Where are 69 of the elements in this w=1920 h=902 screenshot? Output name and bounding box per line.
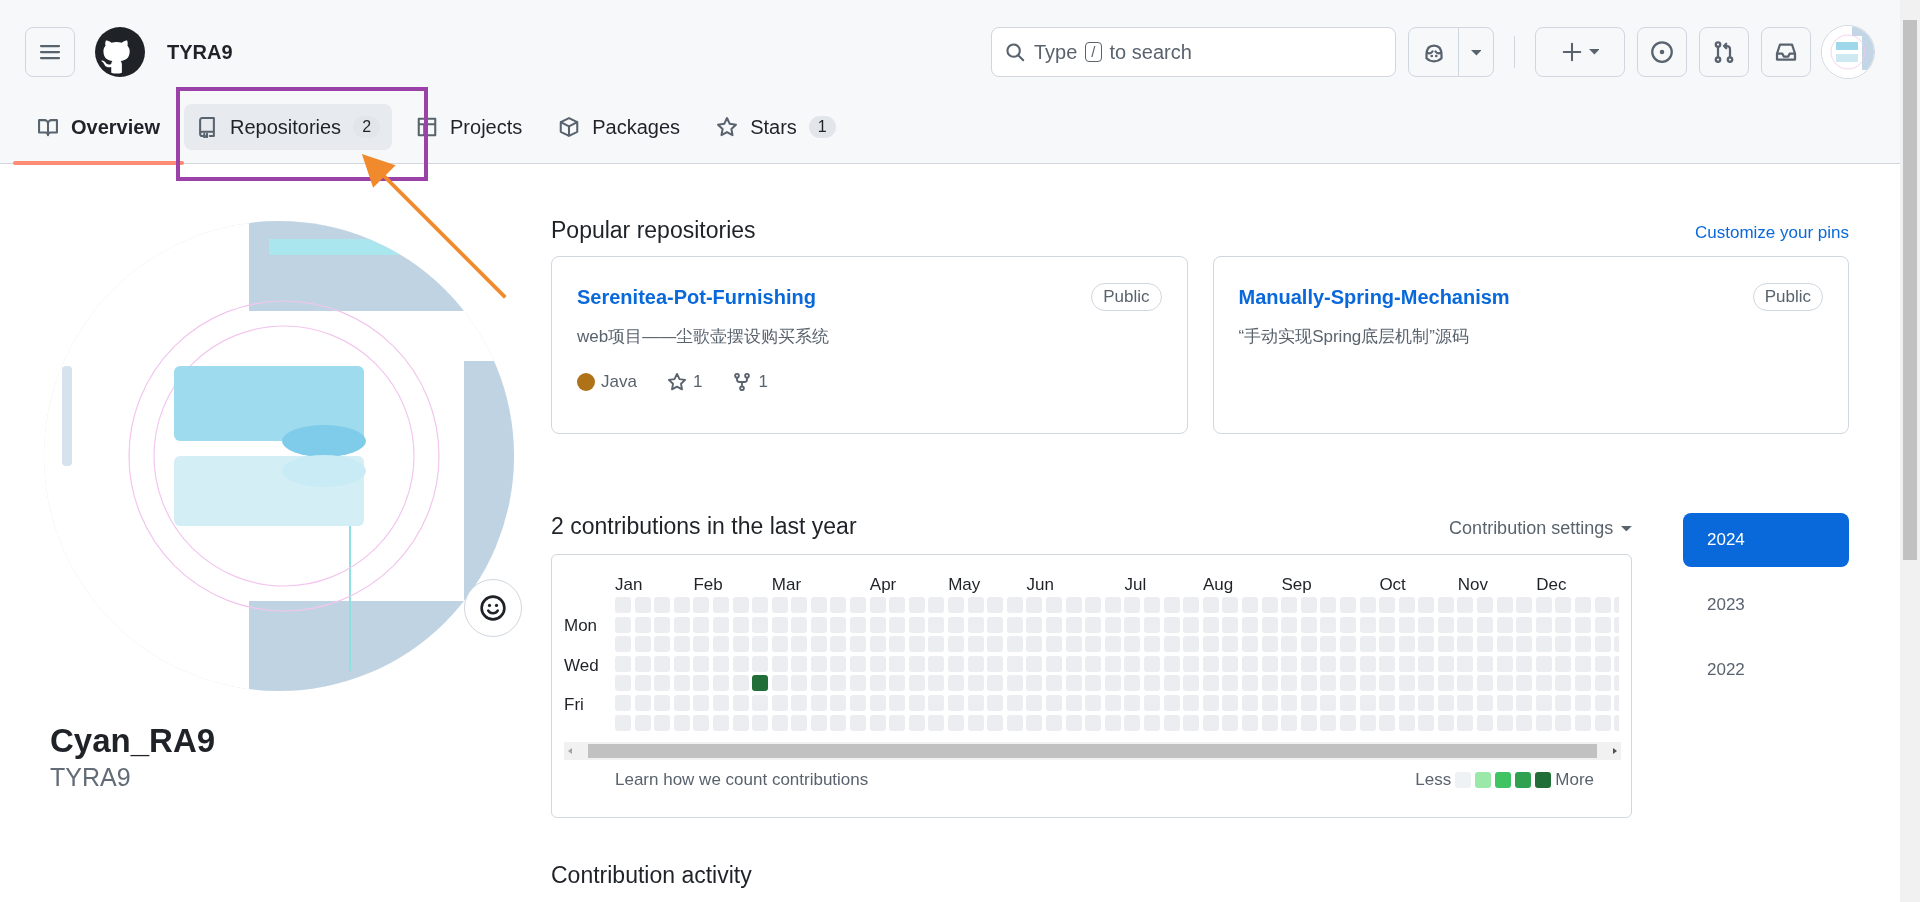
avatar-button[interactable]: [1821, 25, 1875, 79]
caret-icon: [1588, 49, 1600, 55]
count-badge: 2: [353, 116, 381, 138]
issues-button[interactable]: [1637, 27, 1687, 77]
contribution-settings-button[interactable]: Contribution settings: [1449, 518, 1632, 539]
tab[interactable]: Stars 1: [704, 104, 848, 150]
tab[interactable]: Projects: [404, 104, 535, 150]
weekday-label: Wed: [564, 655, 600, 676]
caret-icon: [1470, 50, 1482, 56]
month-label: May: [948, 575, 981, 595]
tab[interactable]: Packages: [546, 104, 693, 150]
search-icon: [1004, 41, 1026, 63]
caret-icon: [1621, 525, 1632, 532]
weekday-label: Fri: [564, 694, 585, 715]
learn-link[interactable]: Learn how we count contributions: [615, 770, 869, 791]
create-new-button[interactable]: [1535, 27, 1625, 77]
repo-link[interactable]: Manually-Spring-Mechanism: [1238, 285, 1510, 309]
star-icon: [716, 116, 739, 138]
section-heading: Popular repositories: [551, 217, 756, 244]
book-icon: [37, 116, 59, 138]
weekday-label: Mon: [564, 616, 599, 637]
issue-icon: [1650, 40, 1674, 64]
inbox-icon: [1774, 40, 1798, 64]
month-label: Oct: [1379, 575, 1406, 595]
repo-description: “手动实现Spring底层机制”源码: [1238, 326, 1470, 348]
page-scrollbar[interactable]: [1903, 20, 1917, 560]
count-badge: 1: [808, 116, 836, 138]
pull-requests-button[interactable]: [1699, 27, 1749, 77]
tab[interactable]: Repositories 2: [183, 104, 393, 150]
customize-pins-link[interactable]: Customize your pins: [1695, 223, 1849, 243]
plus-icon: [1560, 41, 1583, 63]
horizontal-scrollbar[interactable]: [564, 742, 1621, 761]
month-label: Apr: [869, 575, 897, 595]
year-button[interactable]: 2022: [1683, 643, 1849, 697]
repo-description: web项目——尘歌壶摆设购买系统: [577, 326, 831, 348]
github-logo-icon[interactable]: [95, 27, 145, 77]
profile-name: Cyan_RA9: [49, 721, 217, 761]
package-icon: [558, 116, 581, 138]
search-field[interactable]: Type / to search: [991, 27, 1396, 77]
section-heading: Contribution activity: [551, 862, 753, 889]
stars-link[interactable]: 1: [666, 372, 703, 392]
profile-username: TYRA9: [49, 762, 132, 793]
menu-button[interactable]: [25, 27, 75, 77]
inbox-button[interactable]: [1761, 27, 1811, 77]
month-label: Sep: [1281, 575, 1312, 595]
smiley-icon: [479, 594, 507, 622]
year-button[interactable]: 2023: [1683, 578, 1849, 632]
month-label: Jul: [1124, 575, 1147, 595]
legend-label: Less: [1415, 770, 1452, 791]
section-heading: 2 contributions in the last year: [551, 513, 857, 540]
month-label: Mar: [771, 575, 802, 595]
month-label: Nov: [1457, 575, 1489, 595]
month-label: Jun: [1026, 575, 1054, 595]
legend-label: More: [1555, 770, 1594, 791]
fork-icon: [732, 372, 753, 392]
forks-link[interactable]: 1: [732, 372, 768, 392]
star-icon: [666, 372, 687, 392]
month-label: Aug: [1203, 575, 1234, 595]
month-label: Dec: [1536, 575, 1567, 595]
username-link[interactable]: TYRA9: [167, 40, 233, 64]
year-button[interactable]: 2024: [1683, 513, 1849, 567]
month-label: Feb: [693, 575, 723, 595]
language-name: Java: [601, 372, 637, 392]
contribution-cell[interactable]: [752, 675, 769, 692]
repo-link[interactable]: Serenitea-Pot-Furnishing: [577, 285, 816, 309]
tab[interactable]: Overview: [25, 104, 172, 150]
table-icon: [416, 116, 439, 138]
month-label: Jan: [615, 575, 643, 595]
pull-request-icon: [1712, 40, 1736, 64]
